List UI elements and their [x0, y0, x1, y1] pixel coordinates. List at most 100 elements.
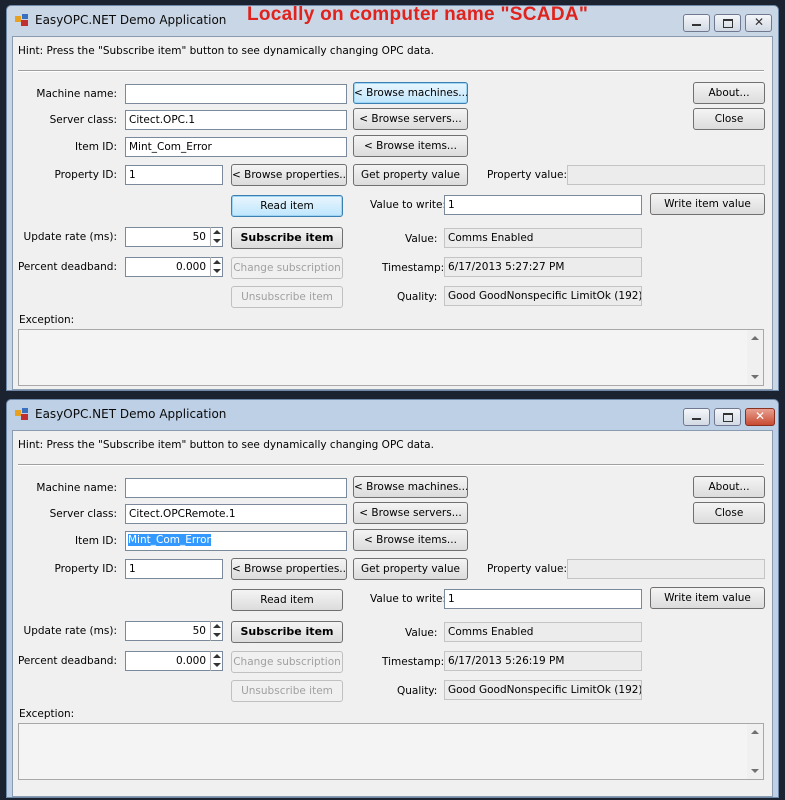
hint-text: Hint: Press the "Subscribe item" button … — [18, 45, 434, 57]
close-button[interactable]: Close — [693, 108, 765, 130]
write-item-value-button[interactable]: Write item value — [650, 587, 765, 609]
app-icon — [15, 408, 28, 420]
spin-down-icon[interactable] — [213, 633, 221, 637]
browse-items-button[interactable]: < Browse items... — [353, 529, 468, 551]
browse-servers-button[interactable]: < Browse servers... — [353, 108, 468, 130]
subscribe-item-button[interactable]: Subscribe item — [231, 621, 343, 643]
spin-down-icon[interactable] — [213, 269, 221, 273]
timestamp-label: Timestamp: — [382, 262, 445, 274]
close-icon: ✕ — [755, 409, 766, 423]
close-window-button[interactable]: ✕ — [745, 408, 775, 426]
update-rate-input[interactable]: 50 — [125, 621, 223, 641]
update-rate-label: Update rate (ms): — [23, 231, 117, 243]
browse-properties-button[interactable]: < Browse properties... — [231, 558, 347, 580]
exception-scrollbar[interactable] — [747, 330, 763, 385]
spin-down-icon[interactable] — [213, 239, 221, 243]
item-id-label: Item ID: — [75, 141, 117, 153]
maximize-icon — [723, 19, 733, 28]
unsubscribe-item-button[interactable]: Unsubscribe item — [231, 680, 343, 702]
spin-up-icon[interactable] — [213, 654, 221, 658]
read-item-button[interactable]: Read item — [231, 195, 343, 217]
spin-up-icon[interactable] — [213, 624, 221, 628]
server-class-label: Server class: — [49, 114, 117, 126]
quality-field: Good GoodNonspecific LimitOk (192) — [444, 286, 642, 306]
read-item-button[interactable]: Read item — [231, 589, 343, 611]
machine-name-label: Machine name: — [36, 482, 117, 494]
server-class-field[interactable]: Citect.OPCRemote.1 — [125, 504, 347, 524]
scroll-down-icon[interactable] — [751, 375, 759, 379]
update-rate-input[interactable]: 50 — [125, 227, 223, 247]
about-button[interactable]: About... — [693, 476, 765, 498]
change-subscription-button[interactable]: Change subscription — [231, 257, 343, 279]
browse-machines-button[interactable]: < Browse machines... — [353, 82, 468, 104]
browse-machines-button[interactable]: < Browse machines... — [353, 476, 468, 498]
update-rate-spinner[interactable] — [210, 227, 222, 247]
percent-deadband-spinner[interactable] — [210, 651, 222, 671]
value-to-write-label: Value to write: — [370, 593, 446, 605]
about-button[interactable]: About... — [693, 82, 765, 104]
exception-textbox[interactable] — [18, 329, 764, 386]
subscribe-item-button[interactable]: Subscribe item — [231, 227, 343, 249]
spin-up-icon[interactable] — [213, 260, 221, 264]
value-to-write-field[interactable]: 1 — [444, 589, 642, 609]
machine-name-label: Machine name: — [36, 88, 117, 100]
timestamp-field: 6/17/2013 5:27:27 PM — [444, 257, 642, 277]
browse-properties-button[interactable]: < Browse properties... — [231, 164, 347, 186]
percent-deadband-label: Percent deadband: — [17, 655, 117, 667]
maximize-icon — [723, 413, 733, 422]
maximize-button[interactable] — [714, 408, 741, 426]
client-area: Hint: Press the "Subscribe item" button … — [12, 430, 773, 797]
browse-items-button[interactable]: < Browse items... — [353, 135, 468, 157]
server-class-label: Server class: — [49, 508, 117, 520]
property-value-label: Property value: — [487, 169, 567, 181]
percent-deadband-spinner[interactable] — [210, 257, 222, 277]
scroll-up-icon[interactable] — [751, 730, 759, 734]
exception-label: Exception: — [19, 314, 75, 326]
change-subscription-button[interactable]: Change subscription — [231, 651, 343, 673]
property-id-field[interactable]: 1 — [125, 559, 223, 579]
close-window-button[interactable]: ✕ — [745, 14, 772, 32]
write-item-value-button[interactable]: Write item value — [650, 193, 765, 215]
maximize-button[interactable] — [714, 14, 741, 32]
item-id-label: Item ID: — [75, 535, 117, 547]
value-field: Comms Enabled — [444, 622, 642, 642]
unsubscribe-item-button[interactable]: Unsubscribe item — [231, 286, 343, 308]
property-value-field — [567, 165, 765, 185]
close-button[interactable]: Close — [693, 502, 765, 524]
exception-scrollbar[interactable] — [747, 724, 763, 779]
window-title: EasyOPC.NET Demo Application — [35, 407, 227, 421]
spin-up-icon[interactable] — [213, 230, 221, 234]
get-property-value-button[interactable]: Get property value — [353, 164, 468, 186]
percent-deadband-input[interactable]: 0.000 — [125, 257, 223, 277]
property-value-label: Property value: — [487, 563, 567, 575]
quality-label: Quality: — [397, 291, 438, 303]
server-class-field[interactable]: Citect.OPC.1 — [125, 110, 347, 130]
machine-name-field[interactable] — [125, 84, 347, 104]
item-id-field[interactable]: Mint_Com_Error — [125, 531, 347, 551]
scroll-down-icon[interactable] — [751, 769, 759, 773]
separator — [18, 70, 764, 72]
scroll-up-icon[interactable] — [751, 336, 759, 340]
quality-label: Quality: — [397, 685, 438, 697]
opc-window-remote: EasyOPC.NET Demo Application ✕ Hint: Pre… — [6, 399, 779, 798]
spin-down-icon[interactable] — [213, 663, 221, 667]
browse-servers-button[interactable]: < Browse servers... — [353, 502, 468, 524]
exception-label: Exception: — [19, 708, 75, 720]
close-icon: ✕ — [754, 15, 765, 29]
item-id-field[interactable]: Mint_Com_Error — [125, 137, 347, 157]
value-label: Value: — [405, 233, 438, 245]
property-id-field[interactable]: 1 — [125, 165, 223, 185]
hint-text: Hint: Press the "Subscribe item" button … — [18, 439, 434, 451]
value-to-write-field[interactable]: 1 — [444, 195, 642, 215]
get-property-value-button[interactable]: Get property value — [353, 558, 468, 580]
machine-name-field[interactable] — [125, 478, 347, 498]
exception-textbox[interactable] — [18, 723, 764, 780]
percent-deadband-input[interactable]: 0.000 — [125, 651, 223, 671]
timestamp-field: 6/17/2013 5:26:19 PM — [444, 651, 642, 671]
value-field: Comms Enabled — [444, 228, 642, 248]
title-bar[interactable]: EasyOPC.NET Demo Application ✕ — [7, 400, 778, 430]
client-area: Hint: Press the "Subscribe item" button … — [12, 36, 773, 390]
minimize-button[interactable] — [683, 408, 710, 426]
minimize-button[interactable] — [683, 14, 710, 32]
update-rate-spinner[interactable] — [210, 621, 222, 641]
